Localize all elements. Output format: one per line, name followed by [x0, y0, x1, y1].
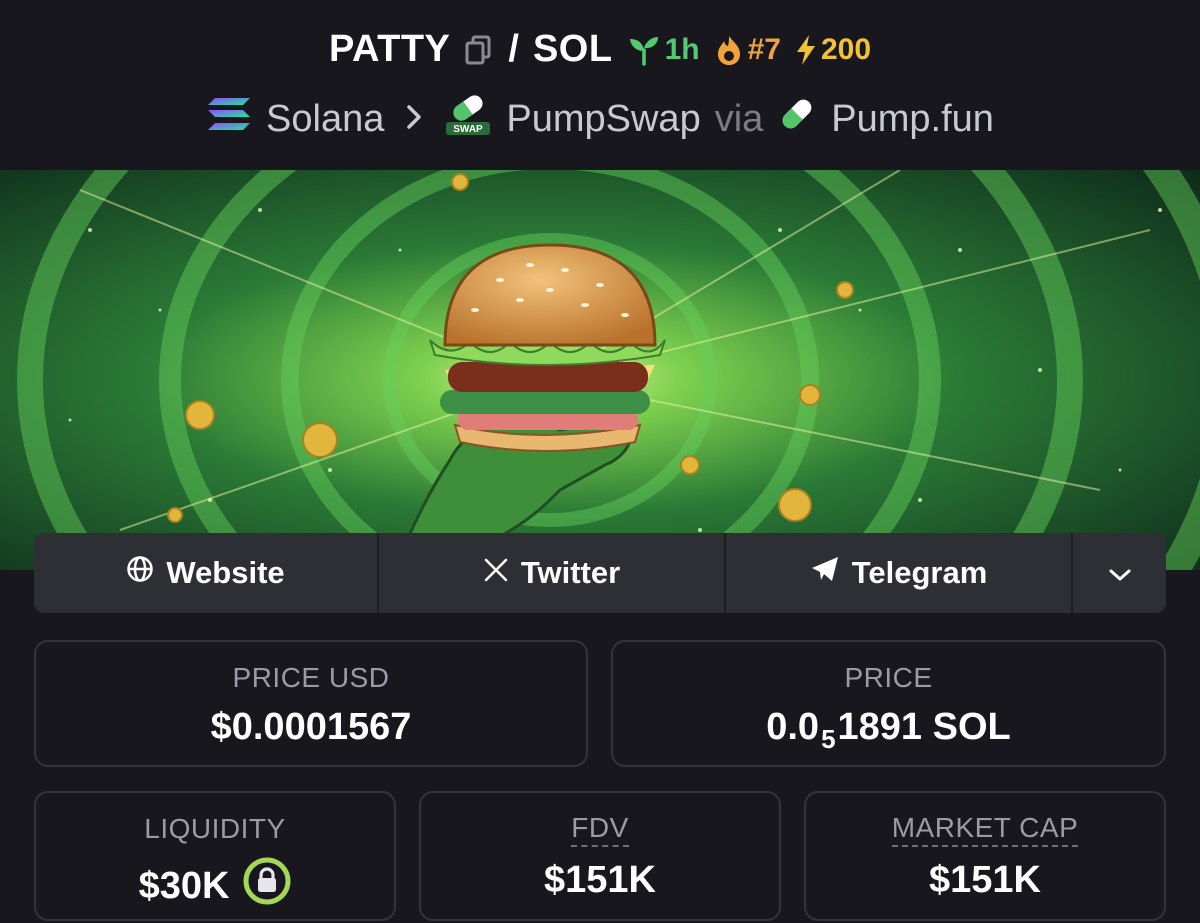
globe-icon	[126, 555, 154, 591]
price-native-label: PRICE	[844, 662, 933, 693]
base-token-symbol: PATTY	[328, 28, 451, 70]
svg-text:SWAP: SWAP	[454, 124, 484, 135]
solana-logo-icon	[206, 95, 252, 143]
market-cap-card: MARKET CAP $151K	[804, 791, 1166, 921]
trending-rank-text: #7	[747, 32, 781, 66]
sprout-icon	[627, 34, 661, 66]
more-links-button[interactable]	[1073, 533, 1166, 613]
fdv-value: $151K	[544, 859, 656, 902]
flame-icon	[714, 34, 744, 66]
pair-age-badge: 1h	[627, 33, 700, 67]
chevron-down-icon	[1108, 555, 1132, 591]
pair-separator: /	[508, 28, 519, 70]
liquidity-value: $30K	[138, 864, 230, 907]
price-native-zero-count: 5	[821, 724, 836, 754]
social-links-bar: Website Twitter Telegram	[34, 533, 1166, 613]
pair-header: PATTY / SOL 1h #7 200 Solana SWAP PumpSw…	[0, 0, 1200, 170]
pump-pill-icon	[777, 94, 817, 144]
launchpad-link[interactable]: Pump.fun	[831, 98, 994, 141]
price-native-prefix: 0.0	[766, 706, 820, 748]
price-native-card: PRICE 0.0 5 1891 SOL	[611, 640, 1166, 767]
price-usd-card: PRICE USD $0.0001567	[34, 640, 588, 767]
via-label: via	[714, 97, 764, 140]
price-native-suffix: 1891 SOL	[837, 706, 1011, 748]
liquidity-card: LIQUIDITY $30K	[34, 791, 396, 921]
liquidity-value-row: $30K	[36, 857, 394, 915]
chain-breadcrumb: Solana SWAP PumpSwap via Pump.fun	[0, 92, 1200, 146]
price-native-value: 0.0 5 1891 SOL	[613, 706, 1164, 754]
lock-icon[interactable]	[243, 857, 291, 915]
website-button[interactable]: Website	[34, 533, 379, 613]
boost-badge[interactable]: 200	[795, 33, 871, 67]
twitter-button[interactable]: Twitter	[379, 533, 726, 613]
chevron-right-icon	[406, 101, 422, 138]
fdv-card: FDV $151K	[419, 791, 781, 921]
market-cap-value: $151K	[929, 859, 1041, 902]
price-usd-label: PRICE USD	[232, 662, 390, 693]
token-banner-image	[0, 170, 1200, 570]
copy-icon[interactable]	[464, 33, 494, 67]
price-usd-value: $0.0001567	[210, 706, 412, 748]
market-cap-label[interactable]: MARKET CAP	[891, 813, 1079, 848]
twitter-label: Twitter	[520, 555, 621, 590]
x-logo-icon	[483, 555, 509, 591]
telegram-icon	[810, 555, 840, 591]
telegram-button[interactable]: Telegram	[726, 533, 1073, 613]
pumpswap-pill-icon: SWAP	[444, 92, 492, 146]
trending-rank-badge[interactable]: #7	[714, 33, 781, 67]
pair-age-text: 1h	[664, 32, 700, 66]
quote-token-symbol: SOL	[532, 28, 613, 70]
telegram-label: Telegram	[851, 555, 988, 590]
dex-link[interactable]: PumpSwap	[506, 98, 700, 141]
pair-title-row: PATTY / SOL 1h #7 200	[0, 28, 1200, 71]
website-label: Website	[166, 555, 285, 590]
liquidity-label: LIQUIDITY	[144, 813, 286, 844]
fdv-label[interactable]: FDV	[571, 813, 629, 848]
lightning-icon	[795, 34, 817, 66]
boost-count: 200	[820, 32, 872, 66]
chain-link[interactable]: Solana	[266, 98, 384, 141]
